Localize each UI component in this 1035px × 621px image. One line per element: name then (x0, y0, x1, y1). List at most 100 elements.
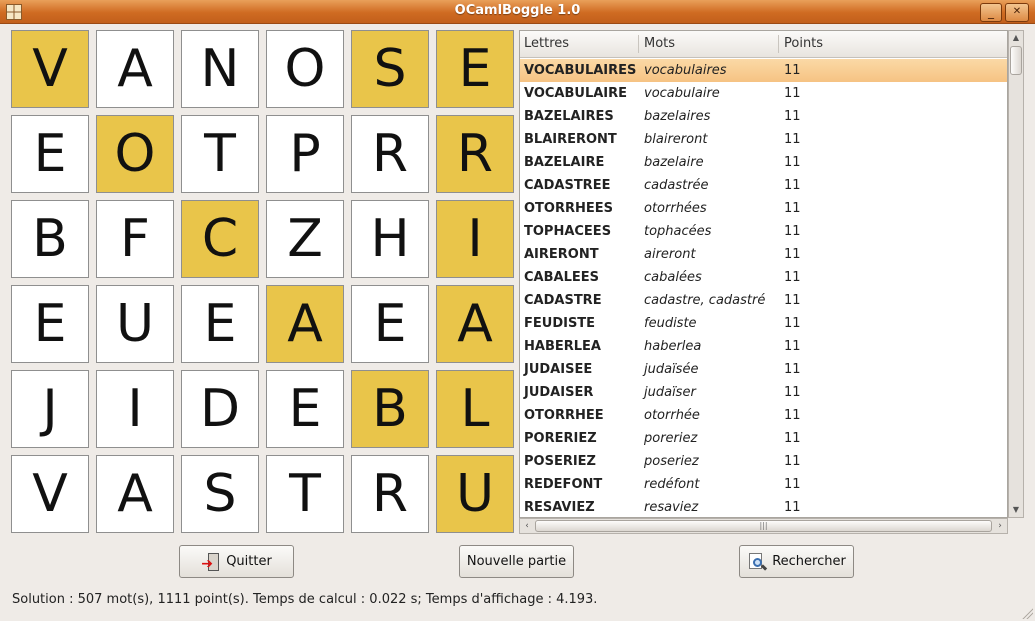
row-mots: otorrhées (644, 201, 707, 216)
window-title: OCamlBoggle 1.0 (454, 3, 581, 18)
search-button[interactable]: Rechercher (739, 545, 854, 578)
column-divider[interactable] (778, 35, 779, 53)
scroll-down-icon[interactable]: ▼ (1009, 503, 1023, 517)
column-divider[interactable] (638, 35, 639, 53)
board-cell[interactable]: I (96, 370, 174, 448)
title-bar[interactable]: OCamlBoggle 1.0 _ ✕ (0, 0, 1035, 24)
new-game-button-label: Nouvelle partie (466, 554, 567, 569)
board-cell[interactable]: R (351, 455, 429, 533)
row-lettres: PORERIEZ (524, 431, 597, 446)
row-lettres: AIRERONT (524, 247, 599, 262)
row-lettres: OTORRHEES (524, 201, 613, 216)
row-mots: judaïsée (644, 362, 699, 377)
result-row[interactable]: POSERIEZ poseriez 11 (520, 450, 1007, 473)
result-row[interactable]: CADASTRE cadastre, cadastré 11 (520, 289, 1007, 312)
result-row[interactable]: CADASTREE cadastrée 11 (520, 174, 1007, 197)
board-cell[interactable]: A (96, 455, 174, 533)
row-mots: otorrhée (644, 408, 700, 423)
results-rows: VOCABULAIRES vocabulaires 11 VOCABULAIRE voc… (520, 59, 1007, 517)
board-cell[interactable]: E (181, 285, 259, 363)
board-cell[interactable]: U (96, 285, 174, 363)
board-cell[interactable]: T (266, 455, 344, 533)
close-button[interactable]: ✕ (1005, 3, 1029, 22)
row-points: 11 (784, 247, 801, 262)
scroll-up-icon[interactable]: ▲ (1009, 31, 1023, 45)
vertical-scrollbar[interactable]: ▲ ▼ (1008, 30, 1024, 518)
board-cell[interactable]: I (436, 200, 514, 278)
results-header: Lettres Mots Points (520, 31, 1007, 58)
board-cell[interactable]: J (11, 370, 89, 448)
board-cell[interactable]: A (266, 285, 344, 363)
row-points: 11 (784, 385, 801, 400)
result-row[interactable]: VOCABULAIRES vocabulaires 11 (520, 59, 1007, 82)
board-cell[interactable]: U (436, 455, 514, 533)
result-row[interactable]: HABERLEA haberlea 11 (520, 335, 1007, 358)
row-mots: aireront (644, 247, 696, 262)
result-row[interactable]: BAZELAIRE bazelaire 11 (520, 151, 1007, 174)
board-cell[interactable]: E (436, 30, 514, 108)
result-row[interactable]: CABALEES cabalées 11 (520, 266, 1007, 289)
result-row[interactable]: BAZELAIRES bazelaires 11 (520, 105, 1007, 128)
board-cell[interactable]: R (436, 115, 514, 193)
quit-button[interactable]: ➔ Quitter (179, 545, 294, 578)
result-row[interactable]: OTORRHEE otorrhée 11 (520, 404, 1007, 427)
result-row[interactable]: RESAVIEZ resaviez 11 (520, 496, 1007, 517)
board-cell[interactable]: S (351, 30, 429, 108)
result-row[interactable]: JUDAISEE judaïsée 11 (520, 358, 1007, 381)
board-cell[interactable]: F (96, 200, 174, 278)
board-cell[interactable]: H (351, 200, 429, 278)
search-button-label: Rechercher (772, 554, 846, 569)
result-row[interactable]: REDEFONT redéfont 11 (520, 473, 1007, 496)
result-row[interactable]: BLAIRERONT blaireront 11 (520, 128, 1007, 151)
result-row[interactable]: PORERIEZ poreriez 11 (520, 427, 1007, 450)
horizontal-scrollbar[interactable]: ‹ ||| › (519, 518, 1008, 534)
row-mots: resaviez (644, 500, 699, 515)
board-cell[interactable]: V (11, 30, 89, 108)
board-cell[interactable]: E (351, 285, 429, 363)
board-cell[interactable]: O (266, 30, 344, 108)
column-header-mots[interactable]: Mots (640, 31, 778, 57)
scroll-right-icon[interactable]: › (993, 519, 1007, 533)
board-cell[interactable]: O (96, 115, 174, 193)
board-cell[interactable]: D (181, 370, 259, 448)
board-cell[interactable]: A (436, 285, 514, 363)
board-cell[interactable]: L (436, 370, 514, 448)
board-cell[interactable]: S (181, 455, 259, 533)
column-header-lettres[interactable]: Lettres (520, 31, 638, 57)
row-lettres: BAZELAIRES (524, 109, 614, 124)
row-points: 11 (784, 362, 801, 377)
board-cell[interactable]: E (266, 370, 344, 448)
board-cell[interactable]: E (11, 285, 89, 363)
magnifier-icon (747, 552, 768, 572)
board-cell[interactable]: N (181, 30, 259, 108)
result-row[interactable]: AIRERONT aireront 11 (520, 243, 1007, 266)
result-row[interactable]: TOPHACEES tophacées 11 (520, 220, 1007, 243)
scroll-left-icon[interactable]: ‹ (520, 519, 534, 533)
board-cell[interactable]: P (266, 115, 344, 193)
row-points: 11 (784, 201, 801, 216)
horizontal-scroll-thumb[interactable]: ||| (535, 520, 992, 532)
row-points: 11 (784, 408, 801, 423)
result-row[interactable]: OTORRHEES otorrhées 11 (520, 197, 1007, 220)
board-cell[interactable]: C (181, 200, 259, 278)
board-cell[interactable]: V (11, 455, 89, 533)
board-cell[interactable]: A (96, 30, 174, 108)
board-cell[interactable]: B (11, 200, 89, 278)
board-cell[interactable]: Z (266, 200, 344, 278)
board-cell[interactable]: B (351, 370, 429, 448)
resize-grip[interactable] (1021, 607, 1033, 619)
column-header-points[interactable]: Points (780, 31, 1007, 57)
result-row[interactable]: FEUDISTE feudiste 11 (520, 312, 1007, 335)
minimize-button[interactable]: _ (980, 3, 1002, 22)
results-list[interactable]: Lettres Mots Points VOCABULAIRES vocabula… (519, 30, 1008, 518)
row-mots: vocabulaires (644, 63, 727, 78)
row-lettres: CADASTREE (524, 178, 611, 193)
board-cell[interactable]: T (181, 115, 259, 193)
board-cell[interactable]: E (11, 115, 89, 193)
result-row[interactable]: VOCABULAIRE vocabulaire 11 (520, 82, 1007, 105)
board-cell[interactable]: R (351, 115, 429, 193)
vertical-scroll-thumb[interactable] (1010, 46, 1022, 75)
result-row[interactable]: JUDAISER judaïser 11 (520, 381, 1007, 404)
new-game-button[interactable]: Nouvelle partie (459, 545, 574, 578)
row-lettres: BLAIRERONT (524, 132, 617, 147)
